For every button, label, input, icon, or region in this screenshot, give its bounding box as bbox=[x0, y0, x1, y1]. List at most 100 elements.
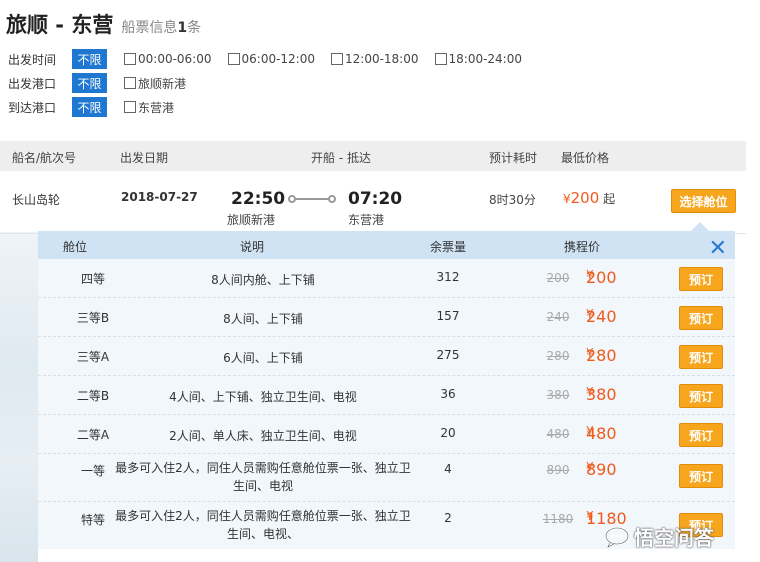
route-end-dot bbox=[328, 195, 336, 203]
seat-row: 二等A 2人间、单人床、独立卫生间、电视 20 480 ¥480 预订 bbox=[38, 415, 735, 454]
col-tickets: 余票量 bbox=[430, 240, 467, 254]
col-duration: 预计耗时 bbox=[489, 151, 538, 165]
background-strip bbox=[0, 232, 38, 562]
route-line bbox=[292, 198, 332, 200]
departure-date: 2018-07-27 bbox=[121, 190, 198, 204]
seat-description: 最多可入住2人，同住人员需购任意舱位票一张、独立卫生间、电视、 bbox=[115, 509, 411, 541]
seat-row: 一等 最多可入住2人，同住人员需购任意舱位票一张、独立卫生间、电视 4 890 ¥890… bbox=[38, 454, 735, 502]
page-title: 旅顺 - 东营 船票信息1条 bbox=[6, 9, 201, 39]
option-label: 18:00-24:00 bbox=[448, 52, 523, 66]
arrival-port: 东营港 bbox=[348, 213, 385, 227]
col-min-price: 最低价格 bbox=[561, 151, 610, 165]
col-class: 舱位 bbox=[63, 240, 88, 254]
watermark: 悟空问答 bbox=[604, 522, 714, 551]
seat-description: 8人间内舱、上下铺 bbox=[211, 273, 315, 287]
seat-panel: 舱位 说明 余票量 携程价 ✕ 四等 8人间内舱、上下铺 312 200 ¥200 预订三… bbox=[38, 231, 735, 549]
route-row: 长山岛轮 2018-07-27 22:50 旅顺新港 07:20 东营港 8时3… bbox=[0, 172, 746, 234]
price-value: 200 bbox=[586, 268, 617, 287]
book-button[interactable]: 预订 bbox=[679, 384, 723, 408]
checkbox[interactable] bbox=[124, 53, 136, 65]
seat-row: 三等B 8人间、上下铺 157 240 ¥240 预订 bbox=[38, 298, 735, 337]
original-price: 480 bbox=[546, 427, 570, 441]
option-label: 旅顺新港 bbox=[138, 76, 187, 91]
watermark-text: 悟空问答 bbox=[634, 526, 714, 550]
price-value: 200 bbox=[570, 189, 600, 207]
checkbox[interactable] bbox=[124, 101, 136, 113]
option-label: 东营港 bbox=[138, 100, 175, 115]
book-button[interactable]: 预订 bbox=[679, 267, 723, 291]
tickets-remaining: 275 bbox=[436, 348, 460, 362]
checkbox[interactable] bbox=[124, 77, 136, 89]
filter-label: 出发时间 bbox=[8, 52, 57, 67]
option-label: 12:00-18:00 bbox=[345, 52, 419, 66]
seat-description: 6人间、上下铺 bbox=[223, 351, 303, 365]
col-desc: 说明 bbox=[240, 240, 265, 254]
duration: 8时30分 bbox=[489, 193, 536, 207]
price-value: 380 bbox=[586, 385, 617, 404]
info-prefix: 船票信息 bbox=[121, 20, 178, 36]
filter-label: 到达港口 bbox=[8, 100, 57, 115]
filter-unlimited-tag[interactable]: 不限 bbox=[72, 97, 107, 117]
arrival-time: 07:20 bbox=[348, 189, 403, 209]
ticket-count-info: 船票信息1条 bbox=[121, 17, 201, 37]
min-price: ¥200 起 bbox=[563, 189, 615, 207]
book-button[interactable]: 预订 bbox=[679, 423, 723, 447]
seat-row: 四等 8人间内舱、上下铺 312 200 ¥200 预订 bbox=[38, 259, 735, 298]
checkbox[interactable] bbox=[227, 53, 240, 65]
seat-description: 4人间、上下铺、独立卫生间、电视 bbox=[169, 390, 357, 404]
panel-caret bbox=[691, 222, 709, 231]
price-value: 890 bbox=[586, 460, 617, 479]
filter-arrival-port: 到达港口 不限 东营港 bbox=[8, 97, 174, 117]
tickets-remaining: 4 bbox=[444, 462, 452, 476]
seat-row: 三等A 6人间、上下铺 275 280 ¥280 预订 bbox=[38, 337, 735, 376]
filter-departure-time: 出发时间 不限 00:00-06:00 06:00-12:00 12:00-18… bbox=[8, 49, 522, 69]
filter-option[interactable]: 旅顺新港 bbox=[124, 75, 186, 92]
price-value: 280 bbox=[586, 346, 617, 365]
original-price: 200 bbox=[546, 271, 570, 285]
original-price: 240 bbox=[546, 310, 570, 324]
book-button[interactable]: 预订 bbox=[679, 306, 723, 330]
col-date: 出发日期 bbox=[120, 151, 169, 165]
original-price: 280 bbox=[546, 349, 570, 363]
seat-description: 最多可入住2人，同住人员需购任意舱位票一张、独立卫生间、电视 bbox=[115, 461, 411, 493]
route-start-dot bbox=[288, 195, 296, 203]
seat-row: 二等B 4人间、上下铺、独立卫生间、电视 36 380 ¥380 预订 bbox=[38, 376, 735, 415]
original-price: 380 bbox=[546, 388, 570, 402]
price-value: 480 bbox=[586, 424, 617, 443]
list-header: 船名/航次号 出发日期 开船 - 抵达 预计耗时 最低价格 bbox=[0, 141, 746, 171]
col-times: 开船 - 抵达 bbox=[311, 151, 371, 165]
currency-symbol: ¥ bbox=[563, 192, 571, 206]
option-label: 06:00-12:00 bbox=[241, 52, 316, 66]
departure-time: 22:50 bbox=[231, 189, 286, 209]
col-ship: 船名/航次号 bbox=[12, 151, 77, 165]
info-count: 1 bbox=[177, 20, 188, 36]
filter-label: 出发港口 bbox=[8, 76, 57, 91]
departure-port: 旅顺新港 bbox=[227, 213, 276, 227]
book-button[interactable]: 预订 bbox=[679, 464, 723, 488]
filter-option[interactable]: 06:00-12:00 bbox=[227, 52, 316, 66]
filter-unlimited-tag[interactable]: 不限 bbox=[72, 49, 107, 69]
filter-option[interactable]: 12:00-18:00 bbox=[331, 52, 419, 66]
checkbox[interactable] bbox=[331, 53, 343, 65]
filter-unlimited-tag[interactable]: 不限 bbox=[72, 73, 107, 93]
seat-description: 2人间、单人床、独立卫生间、电视 bbox=[169, 429, 357, 443]
ship-name: 长山岛轮 bbox=[12, 193, 61, 207]
select-cabin-button[interactable]: 选择舱位 bbox=[671, 189, 736, 213]
price-value: 240 bbox=[586, 307, 617, 326]
info-suffix: 条 bbox=[187, 20, 202, 36]
filter-option[interactable]: 东营港 bbox=[124, 99, 174, 116]
original-price: 890 bbox=[546, 463, 570, 477]
original-price: 1180 bbox=[542, 512, 574, 526]
filter-option[interactable]: 00:00-06:00 bbox=[124, 52, 212, 66]
tickets-remaining: 36 bbox=[440, 387, 456, 401]
col-price: 携程价 bbox=[564, 240, 601, 254]
tickets-remaining: 312 bbox=[436, 270, 460, 284]
book-button[interactable]: 预订 bbox=[679, 345, 723, 369]
tickets-remaining: 157 bbox=[436, 309, 460, 323]
filter-option[interactable]: 18:00-24:00 bbox=[434, 52, 523, 66]
tickets-remaining: 2 bbox=[444, 511, 452, 525]
close-icon[interactable]: ✕ bbox=[709, 238, 727, 260]
speech-bubble-icon bbox=[604, 526, 630, 548]
checkbox[interactable] bbox=[434, 53, 447, 65]
tickets-remaining: 20 bbox=[440, 426, 456, 440]
